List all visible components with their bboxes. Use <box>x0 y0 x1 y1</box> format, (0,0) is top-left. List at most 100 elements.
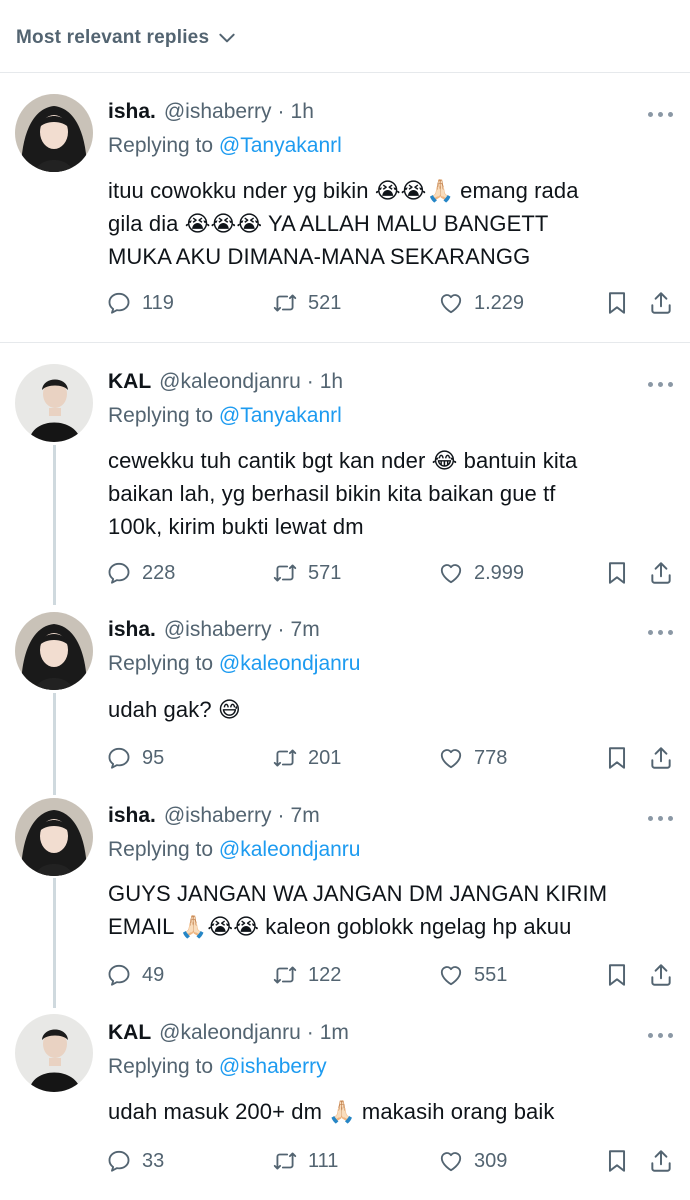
reply-button[interactable]: 95 <box>106 743 164 773</box>
replying-to-link[interactable]: @Tanyakanrl <box>219 404 342 427</box>
tweet-text-line: GUYS JANGAN WA JANGAN DM JANGAN KIRIM <box>108 881 608 906</box>
bookmark-icon <box>608 292 626 314</box>
tweet-text-line: ituu cowokku nder yg bikin 😭😭🙏🏻 emang ra… <box>108 178 579 203</box>
reply-button[interactable]: 33 <box>106 1146 164 1176</box>
retweet-icon <box>273 1152 297 1170</box>
tweet-actions: 95 201 778 <box>106 743 682 773</box>
replying-to: Replying to @ishaberry <box>108 1055 327 1085</box>
share-button[interactable] <box>648 558 674 588</box>
avatar[interactable] <box>15 364 93 442</box>
tweet-actions: 33 111 309 <box>106 1146 682 1176</box>
share-button[interactable] <box>648 1146 674 1176</box>
chevron-down-icon <box>219 33 235 43</box>
bookmark-button[interactable] <box>604 288 630 318</box>
display-name[interactable]: KAL <box>108 370 151 394</box>
tweet-text: cewekku tuh cantik bgt kan nder 😂 bantui… <box>108 444 668 543</box>
sort-label: Most relevant replies <box>16 27 210 48</box>
bookmark-button[interactable] <box>604 1146 630 1176</box>
replying-to-prefix: Replying to <box>108 1055 214 1078</box>
timestamp[interactable]: 7m <box>291 618 320 642</box>
tweet-header: isha. @ishaberry · 7m <box>108 615 320 645</box>
replying-to: Replying to @kaleondjanru <box>108 652 360 682</box>
more-icon[interactable] <box>648 811 674 825</box>
replying-to-prefix: Replying to <box>108 652 214 675</box>
avatar[interactable] <box>15 612 93 690</box>
reply-count: 119 <box>142 291 174 314</box>
more-icon[interactable] <box>648 1028 674 1042</box>
like-button[interactable]: 2.999 <box>438 558 524 588</box>
replying-to-link[interactable]: @ishaberry <box>219 1055 327 1078</box>
replying-to: Replying to @Tanyakanrl <box>108 404 342 434</box>
tweet[interactable]: isha. @ishaberry · 7m Replying to @kaleo… <box>0 600 690 786</box>
bookmark-button[interactable] <box>604 743 630 773</box>
timestamp[interactable]: 1m <box>320 1021 349 1045</box>
avatar[interactable] <box>15 1014 93 1092</box>
like-button[interactable]: 551 <box>438 960 507 990</box>
replying-to-prefix: Replying to <box>108 134 214 157</box>
bookmark-icon <box>608 747 626 769</box>
replying-to-link[interactable]: @Tanyakanrl <box>219 134 342 157</box>
like-icon <box>440 1152 462 1172</box>
like-button[interactable]: 309 <box>438 1146 507 1176</box>
retweet-button[interactable]: 571 <box>272 558 341 588</box>
display-name[interactable]: isha. <box>108 100 156 124</box>
tweet-actions: 49 122 551 <box>106 960 682 990</box>
avatar-image <box>15 1014 93 1092</box>
tweet-header: KAL @kaleondjanru · 1h <box>108 367 343 397</box>
replying-to: Replying to @Tanyakanrl <box>108 134 342 164</box>
retweet-button[interactable]: 111 <box>272 1146 338 1176</box>
avatar-image <box>15 798 93 876</box>
retweet-button[interactable]: 122 <box>272 960 341 990</box>
tweet-header: isha. @ishaberry · 7m <box>108 801 320 831</box>
tweet-text-line: 100k, kirim bukti lewat dm <box>108 514 364 539</box>
reply-button[interactable]: 228 <box>106 558 175 588</box>
tweet[interactable]: isha. @ishaberry · 7m Replying to @kaleo… <box>0 786 690 1004</box>
display-name[interactable]: isha. <box>108 804 156 828</box>
reply-button[interactable]: 119 <box>106 288 174 318</box>
bookmark-button[interactable] <box>604 960 630 990</box>
timestamp[interactable]: 1h <box>320 370 343 394</box>
user-handle[interactable]: @kaleondjanru <box>159 370 301 394</box>
like-button[interactable]: 1.229 <box>438 288 524 318</box>
separator-dot: · <box>306 1021 314 1044</box>
replying-to-link[interactable]: @kaleondjanru <box>219 838 361 861</box>
bookmark-icon <box>608 1150 626 1172</box>
more-icon[interactable] <box>648 625 674 639</box>
avatar[interactable] <box>15 798 93 876</box>
like-icon <box>440 966 462 986</box>
avatar[interactable] <box>15 94 93 172</box>
bookmark-button[interactable] <box>604 558 630 588</box>
more-icon[interactable] <box>648 377 674 391</box>
timestamp[interactable]: 7m <box>291 804 320 828</box>
tweet-text: ituu cowokku nder yg bikin 😭😭🙏🏻 emang ra… <box>108 174 668 273</box>
separator-dot: · <box>306 370 314 393</box>
tweet[interactable]: KAL @kaleondjanru · 1m Replying to @isha… <box>0 1004 690 1200</box>
share-button[interactable] <box>648 960 674 990</box>
display-name[interactable]: KAL <box>108 1021 151 1045</box>
retweet-button[interactable]: 201 <box>272 743 341 773</box>
tweet-actions: 119 521 1.229 <box>106 288 682 318</box>
tweet-text: udah gak? 😅 <box>108 693 668 726</box>
timestamp[interactable]: 1h <box>291 100 314 124</box>
user-handle[interactable]: @ishaberry <box>164 804 272 828</box>
tweet[interactable]: isha. @ishaberry · 1h Replying to @Tanya… <box>0 74 690 343</box>
like-count: 2.999 <box>474 561 525 584</box>
more-icon[interactable] <box>648 107 674 121</box>
like-button[interactable]: 778 <box>438 743 507 773</box>
tweet-text-line: udah gak? 😅 <box>108 697 241 722</box>
user-handle[interactable]: @kaleondjanru <box>159 1021 301 1045</box>
tweet[interactable]: KAL @kaleondjanru · 1h Replying to @Tany… <box>0 344 690 600</box>
share-button[interactable] <box>648 288 674 318</box>
like-count: 551 <box>474 963 508 986</box>
reply-icon <box>108 562 130 584</box>
reply-count: 49 <box>142 963 165 986</box>
sort-replies-button[interactable]: Most relevant replies <box>16 24 237 52</box>
share-button[interactable] <box>648 743 674 773</box>
share-icon <box>651 292 671 314</box>
user-handle[interactable]: @ishaberry <box>164 100 272 124</box>
user-handle[interactable]: @ishaberry <box>164 618 272 642</box>
reply-button[interactable]: 49 <box>106 960 164 990</box>
replying-to-link[interactable]: @kaleondjanru <box>219 652 361 675</box>
retweet-button[interactable]: 521 <box>272 288 341 318</box>
display-name[interactable]: isha. <box>108 618 156 642</box>
